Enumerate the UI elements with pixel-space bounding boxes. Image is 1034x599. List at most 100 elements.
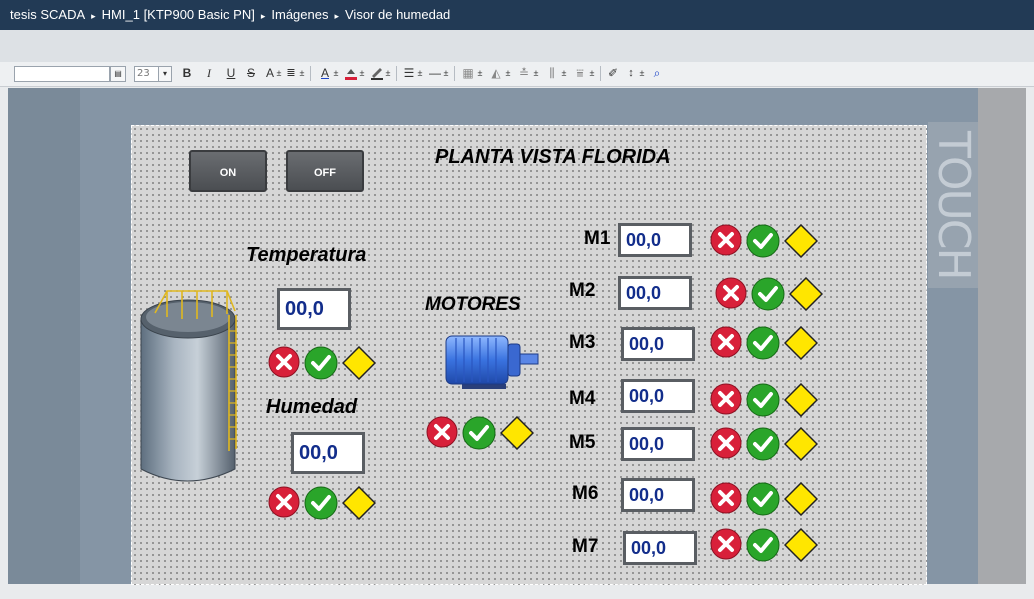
dropdown-toggle-icon[interactable]: ± (298, 65, 306, 81)
m2-stop-icon (715, 277, 747, 313)
font-color-button[interactable]: A (318, 65, 332, 81)
motor-label-m6: M6 (572, 483, 599, 504)
fill-color-icon[interactable] (344, 65, 358, 81)
breadcrumb-item-screen[interactable]: Visor de humedad (345, 7, 450, 22)
motor-label-m1: M1 (584, 228, 611, 249)
toolbar-divider (310, 66, 311, 81)
font-family-select[interactable] (14, 66, 110, 82)
breadcrumb-separator-icon: ▸ (91, 11, 96, 21)
dropdown-toggle-icon[interactable]: ± (560, 65, 568, 81)
breadcrumb-separator-icon: ▸ (260, 11, 266, 21)
motor-label-m7: M7 (572, 536, 599, 557)
m6-running-icon (746, 482, 780, 520)
m1-stop-icon (710, 224, 742, 260)
motor-field-m2[interactable]: 00,0 (618, 276, 692, 310)
motor-field-m4[interactable]: 00,0 (621, 379, 695, 413)
underline-button[interactable]: U (224, 65, 238, 81)
m1-running-icon (746, 224, 780, 262)
motores-stop-icon (426, 416, 458, 452)
chevron-down-icon[interactable]: ▾ (158, 66, 172, 82)
workspace-side-strip (978, 88, 1026, 584)
format-toolbar: ▤ 23 ▾ B I U S A ± ≣ ± A ± ± ± ☰ ± — ± ▦… (0, 62, 1034, 87)
dropdown-toggle-icon[interactable]: ± (442, 65, 450, 81)
toolbar-divider (600, 66, 601, 81)
on-button[interactable]: ON (189, 150, 267, 192)
m6-stop-icon (710, 482, 742, 518)
bold-button[interactable]: B (180, 65, 194, 81)
m7-stop-icon (710, 528, 742, 564)
breadcrumb-item-folder[interactable]: Imágenes (271, 7, 328, 22)
breadcrumb-item-project[interactable]: tesis SCADA (10, 7, 85, 22)
humedad-running-icon (304, 486, 338, 524)
motor-field-m6[interactable]: 00,0 (621, 478, 695, 512)
line-style-icon[interactable]: ☰ (402, 65, 416, 81)
motor-label-m2: M2 (569, 280, 596, 301)
m1-warning-icon (783, 223, 819, 262)
temperatura-label: Temperatura (246, 244, 367, 266)
breadcrumb-item-device[interactable]: HMI_1 [KTP900 Basic PN] (102, 7, 255, 22)
dropdown-toggle-icon[interactable]: ± (588, 65, 596, 81)
font-size-select[interactable]: 23 (134, 66, 160, 82)
tank-icon (137, 281, 242, 495)
distribute-icon[interactable]: ⫼ (544, 65, 560, 81)
m5-warning-icon (783, 426, 819, 465)
dropdown-toggle-icon[interactable]: ± (275, 65, 283, 81)
equal-size-icon[interactable]: ⩸ (572, 65, 588, 81)
motor-icon (440, 330, 540, 394)
m2-running-icon (751, 277, 785, 315)
dropdown-toggle-icon[interactable]: ± (332, 65, 340, 81)
line-color-icon[interactable] (370, 65, 384, 81)
dropdown-toggle-icon[interactable]: ± (416, 65, 424, 81)
humedad-label: Humedad (266, 396, 358, 418)
dropdown-toggle-icon[interactable]: ± (532, 65, 540, 81)
dropdown-toggle-icon[interactable]: ± (476, 65, 484, 81)
m7-warning-icon (783, 527, 819, 566)
text-spacing-icon[interactable]: ↕ (624, 65, 638, 81)
temperatura-stop-icon (268, 346, 300, 382)
motor-label-m3: M3 (569, 332, 596, 353)
align-icon[interactable]: ≣ (284, 65, 298, 81)
humedad-stop-icon (268, 486, 300, 522)
temperatura-field[interactable]: 00,0 (277, 288, 351, 330)
m7-running-icon (746, 528, 780, 566)
panel-brand-label: TOUCH (928, 122, 979, 288)
m4-warning-icon (783, 382, 819, 421)
humedad-field[interactable]: 00,0 (291, 432, 365, 474)
dropdown-toggle-icon[interactable]: ± (504, 65, 512, 81)
motor-field-m3[interactable]: 00,0 (621, 327, 695, 361)
motores-warning-icon (499, 415, 535, 454)
m3-running-icon (746, 326, 780, 364)
temperatura-running-icon (304, 346, 338, 384)
m4-stop-icon (710, 383, 742, 419)
motor-label-m5: M5 (569, 432, 596, 453)
toolbar-divider (454, 66, 455, 81)
font-picker-icon[interactable]: ▤ (110, 66, 126, 82)
italic-button[interactable]: I (202, 65, 216, 81)
motor-field-m7[interactable]: 00,0 (623, 531, 697, 565)
align-objects-icon[interactable]: ≛ (516, 65, 532, 81)
m6-warning-icon (783, 481, 819, 520)
motor-label-m4: M4 (569, 388, 596, 409)
zoom-icon[interactable]: ⌕ (650, 65, 664, 81)
line-weight-icon[interactable]: — (428, 65, 442, 81)
motor-field-m5[interactable]: 00,0 (621, 427, 695, 461)
breadcrumb: tesis SCADA ▸ HMI_1 [KTP900 Basic PN] ▸ Imág… (0, 0, 1034, 30)
strikethrough-button[interactable]: S (244, 65, 258, 81)
dropdown-toggle-icon[interactable]: ± (638, 65, 646, 81)
format-painter-icon[interactable]: ✐ (606, 65, 620, 81)
m2-warning-icon (788, 276, 824, 315)
m5-stop-icon (710, 427, 742, 463)
dropdown-toggle-icon[interactable]: ± (384, 65, 392, 81)
m3-warning-icon (783, 325, 819, 364)
motores-running-icon (462, 416, 496, 454)
m5-running-icon (746, 427, 780, 465)
dropdown-toggle-icon[interactable]: ± (358, 65, 366, 81)
editor-header-strip (0, 30, 1034, 63)
arrange-icon[interactable]: ▦ (460, 65, 476, 81)
temperatura-warning-icon (341, 345, 377, 384)
motor-field-m1[interactable]: 00,0 (618, 223, 692, 257)
hmi-screen-canvas: ON OFF PLANTA VISTA FLORIDA Temperatura … (131, 125, 927, 585)
off-button[interactable]: OFF (286, 150, 364, 192)
rotate-icon[interactable]: ◭ (488, 65, 504, 81)
humedad-warning-icon (341, 485, 377, 524)
